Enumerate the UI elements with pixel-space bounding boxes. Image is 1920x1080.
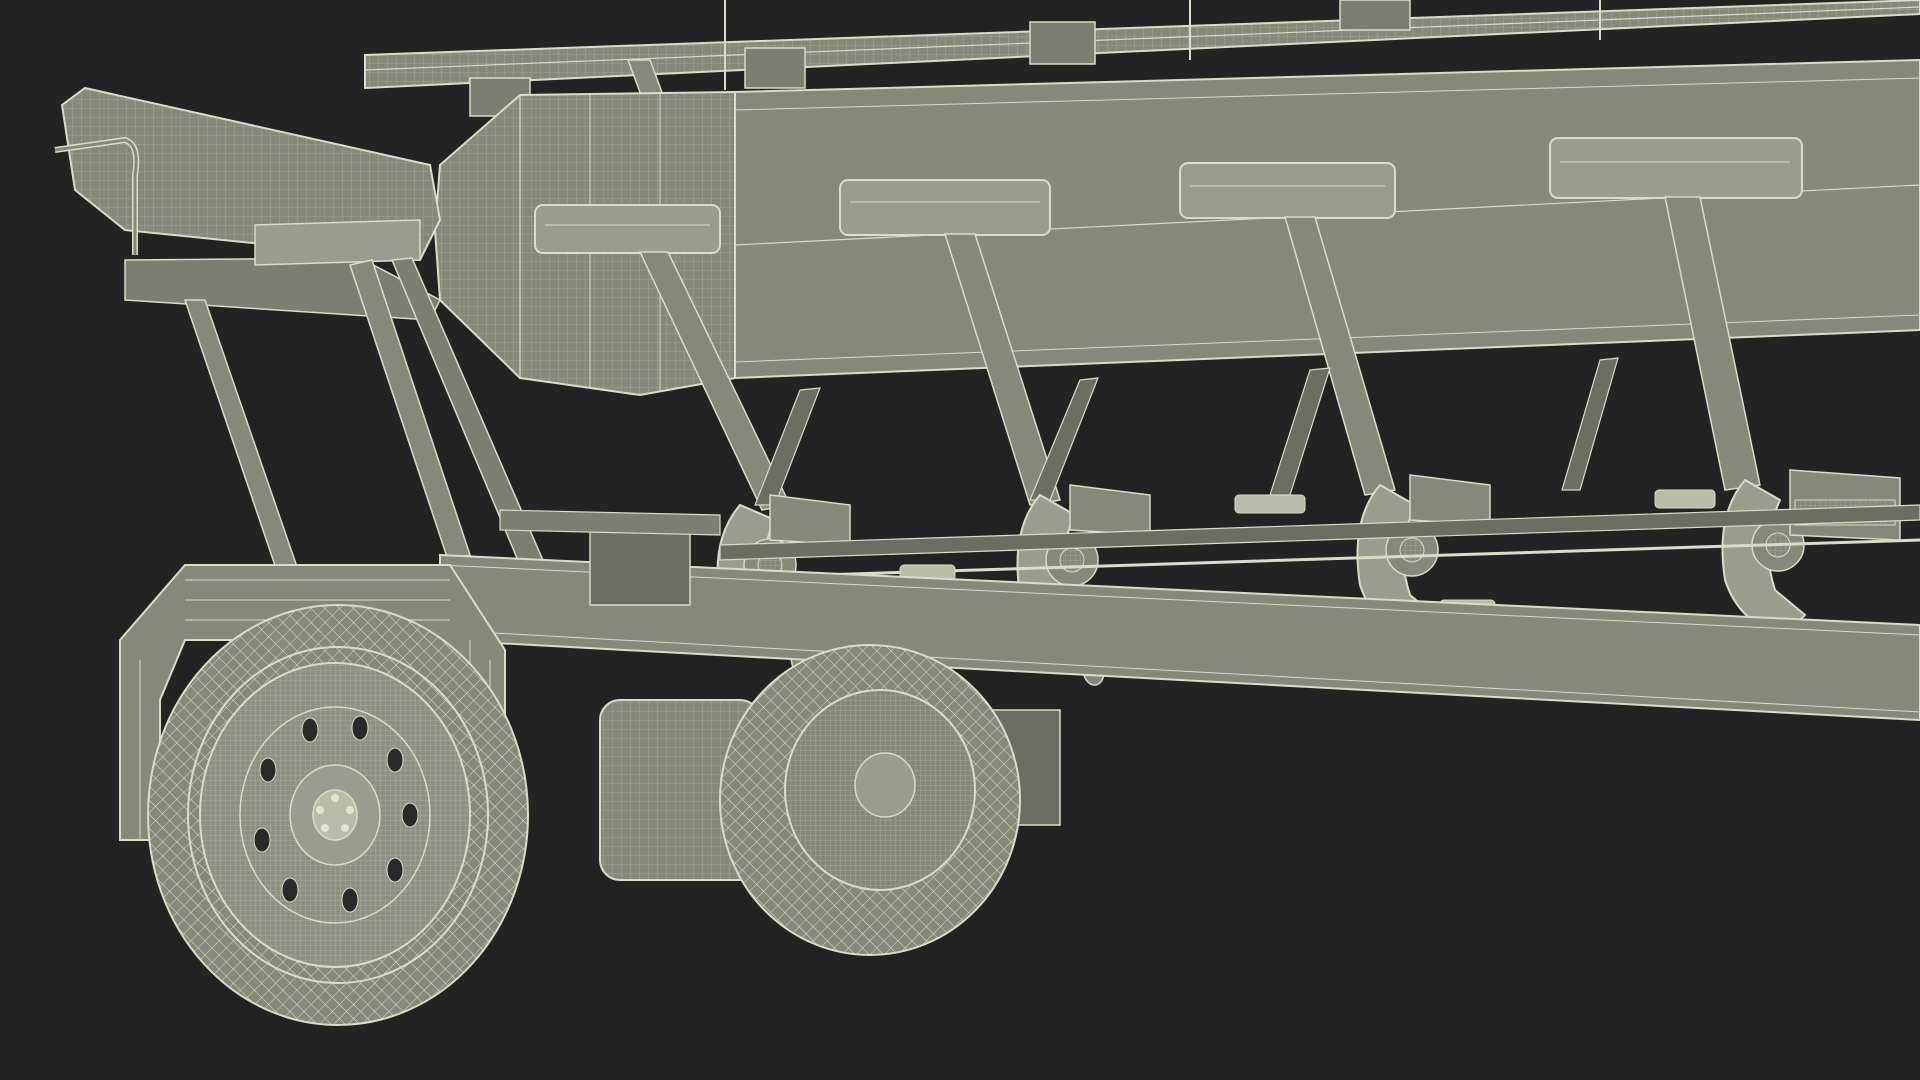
- far-wheel: [719, 644, 1021, 956]
- wireframe-model: [0, 0, 1920, 1080]
- near-wheel: [147, 604, 529, 1026]
- wireframe-render-viewport: [0, 0, 1920, 1080]
